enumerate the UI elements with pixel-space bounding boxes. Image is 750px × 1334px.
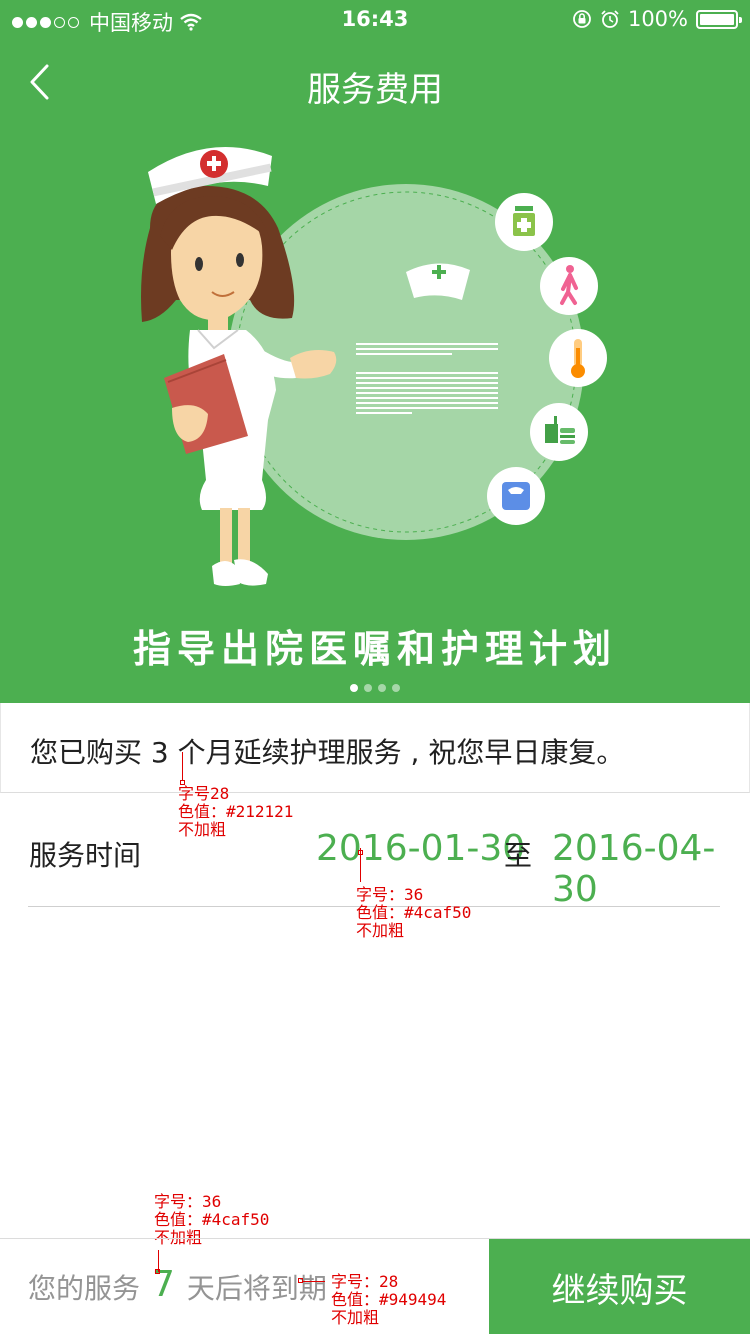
- banner-pager[interactable]: [0, 684, 750, 692]
- pager-dot[interactable]: [378, 684, 386, 692]
- annotation-marker: [358, 850, 363, 855]
- service-time-label: 服务时间: [29, 839, 142, 872]
- purchase-message: 您已购买 3 个月延续护理服务 , 祝您早日康复。: [30, 736, 625, 769]
- expire-suffix: 天后将到期: [186, 1272, 327, 1305]
- expire-font-annotation: 字号：28 色值：#949494 不加粗: [331, 1272, 447, 1327]
- nurse-cap-icon: [406, 263, 470, 300]
- nav-bar: 服务费用: [0, 40, 750, 128]
- date-separator: 至: [504, 839, 533, 872]
- annotation-marker: [155, 1269, 160, 1274]
- status-right: 100%: [572, 7, 742, 31]
- battery-percent: 100%: [627, 7, 688, 31]
- orientation-lock-icon: [573, 10, 591, 28]
- service-end-date: 2016-04-30: [552, 828, 716, 910]
- annotation-line: [303, 1281, 325, 1282]
- walking-person-icon: [540, 257, 598, 315]
- service-start-date: 2016-01-30: [316, 828, 526, 869]
- pager-dot[interactable]: [350, 684, 358, 692]
- continue-purchase-button[interactable]: 继续购买: [489, 1239, 750, 1334]
- status-bar: 中国移动 16:43 100%: [0, 0, 750, 40]
- page-title: 服务费用: [307, 70, 443, 110]
- alarm-icon: [601, 10, 619, 28]
- annotation-line: [182, 752, 183, 780]
- meal-icon: [530, 403, 588, 461]
- nurse-illustration: [141, 147, 607, 586]
- pager-dot[interactable]: [364, 684, 372, 692]
- weighing-scale-icon: [487, 467, 545, 525]
- battery-icon: [696, 9, 742, 29]
- thermometer-icon: [549, 329, 607, 387]
- expire-prefix: 您的服务: [28, 1272, 141, 1305]
- banner-caption: 指导出院医嘱和护理计划: [132, 626, 617, 671]
- date-font-annotation: 字号：36 色值：#4caf50 不加粗: [356, 885, 472, 940]
- pager-dot[interactable]: [392, 684, 400, 692]
- header-banner: 中国移动 16:43 100% 服务费用 指导出院医嘱和护理计划: [0, 0, 750, 703]
- nurse-figure: [141, 147, 337, 586]
- medicine-bottle-icon: [495, 193, 553, 251]
- purchase-message-row: 您已购买 3 个月延续护理服务 , 祝您早日康复。: [0, 703, 750, 793]
- expire-notice: 您的服务 7 天后将到期: [28, 1239, 327, 1334]
